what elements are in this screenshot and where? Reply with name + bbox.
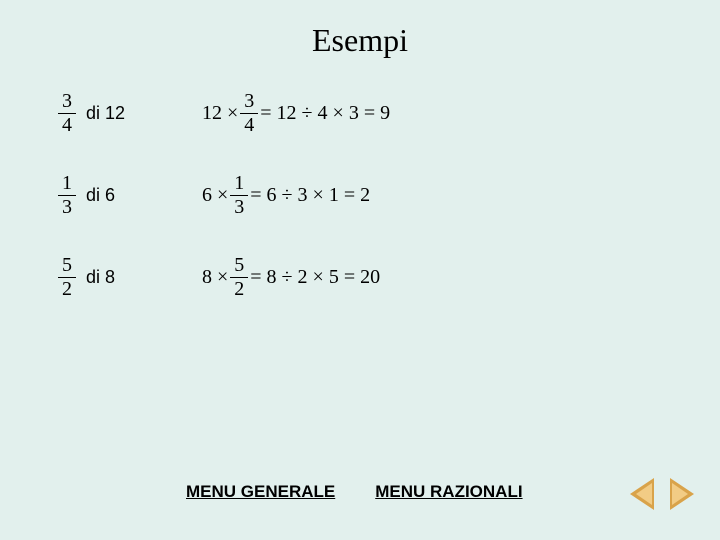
fraction-denominator: 2 (234, 279, 244, 300)
fraction-denominator: 4 (62, 115, 72, 136)
prev-button[interactable] (630, 478, 654, 510)
example-row: 5 2 di 8 8 × 5 2 = 8 ÷ 2 × 5 = 20 (58, 251, 720, 303)
page-title: Esempi (0, 0, 720, 87)
fraction: 3 4 (58, 91, 76, 136)
fraction: 3 4 (240, 91, 258, 136)
expression: 12 × 3 4 = 12 ÷ 4 × 3 = 9 (200, 91, 392, 136)
triangle-right-inner-icon (672, 483, 688, 505)
expr-pre: 8 × (200, 266, 230, 289)
fraction-denominator: 2 (62, 279, 72, 300)
fraction-numerator: 1 (62, 173, 72, 194)
example-list: 3 4 di 12 12 × 3 4 = 12 ÷ 4 × 3 = 9 1 3 … (0, 87, 720, 303)
next-button[interactable] (670, 478, 694, 510)
fraction: 1 3 (230, 173, 248, 218)
fraction-numerator: 5 (234, 255, 244, 276)
expr-post: = 8 ÷ 2 × 5 = 20 (248, 266, 382, 289)
expr-pre: 12 × (200, 102, 240, 125)
expression: 8 × 5 2 = 8 ÷ 2 × 5 = 20 (200, 255, 382, 300)
expr-pre: 6 × (200, 184, 230, 207)
di-label: di 12 (86, 103, 144, 124)
menu-generale-link[interactable]: MENU GENERALE (186, 482, 335, 502)
expr-post: = 12 ÷ 4 × 3 = 9 (258, 102, 392, 125)
menu-razionali-link[interactable]: MENU RAZIONALI (375, 482, 522, 502)
fraction-numerator: 1 (234, 173, 244, 194)
fraction: 5 2 (58, 255, 76, 300)
di-label: di 8 (86, 267, 144, 288)
fraction-denominator: 3 (62, 197, 72, 218)
footer: MENU GENERALE MENU RAZIONALI (0, 482, 720, 502)
triangle-left-inner-icon (636, 483, 652, 505)
expr-post: = 6 ÷ 3 × 1 = 2 (248, 184, 372, 207)
di-label: di 6 (86, 185, 144, 206)
fraction-numerator: 3 (62, 91, 72, 112)
expression: 6 × 1 3 = 6 ÷ 3 × 1 = 2 (200, 173, 372, 218)
nav-buttons (630, 478, 694, 510)
example-row: 3 4 di 12 12 × 3 4 = 12 ÷ 4 × 3 = 9 (58, 87, 720, 139)
fraction-numerator: 3 (244, 91, 254, 112)
fraction-denominator: 3 (234, 197, 244, 218)
fraction: 5 2 (230, 255, 248, 300)
fraction: 1 3 (58, 173, 76, 218)
fraction-denominator: 4 (244, 115, 254, 136)
fraction-numerator: 5 (62, 255, 72, 276)
example-row: 1 3 di 6 6 × 1 3 = 6 ÷ 3 × 1 = 2 (58, 169, 720, 221)
